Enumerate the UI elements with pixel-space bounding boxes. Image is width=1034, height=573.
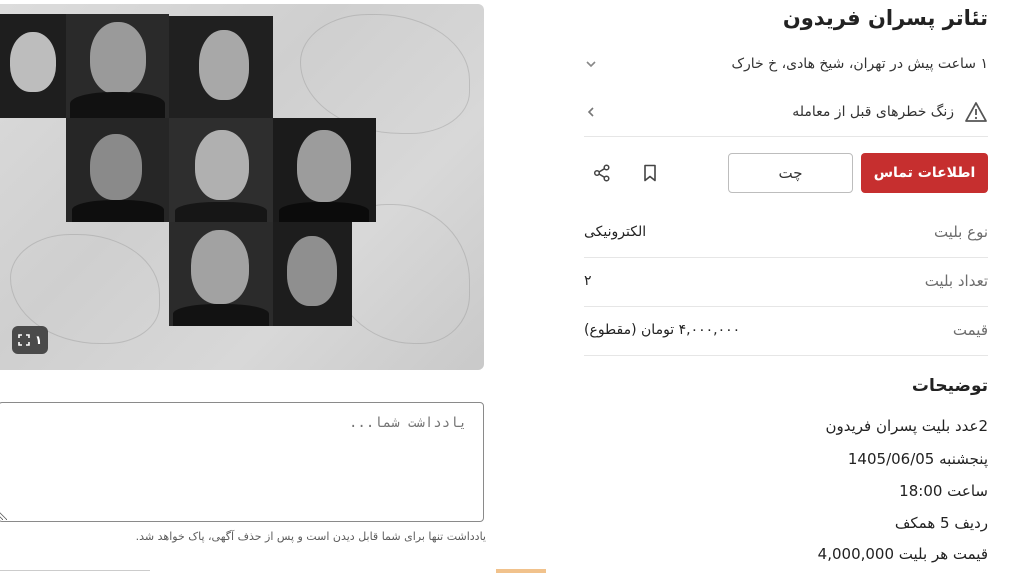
bookmark-button[interactable] <box>636 159 664 187</box>
portrait-photo <box>66 118 169 222</box>
contact-info-button[interactable]: اطلاعات تماس <box>861 153 988 193</box>
portrait-photo <box>0 14 66 118</box>
action-bar: اطلاعات تماس چت <box>584 153 988 193</box>
info-value: ۴,۰۰۰,۰۰۰ تومان (مقطوع) <box>584 322 741 338</box>
map-texture <box>300 14 470 134</box>
ad-meta-row[interactable]: ۱ ساعت پیش در تهران، شیخ هادی، خ خارک <box>584 50 988 78</box>
info-value: الکترونیکی <box>584 224 647 240</box>
info-label: نوع بلیت <box>933 223 988 241</box>
image-count: ۱ <box>34 333 43 347</box>
ad-title: تئاتر پسران فریدون <box>782 6 988 30</box>
portrait-photo <box>169 16 273 118</box>
ad-image-gallery[interactable]: ۱ <box>0 4 484 370</box>
note-hint: یادداشت تنها برای شما قابل دیدن است و پس… <box>135 530 486 543</box>
share-button[interactable] <box>588 159 616 187</box>
safety-warning-label: زنگ خطرهای قبل از معامله <box>792 104 954 120</box>
info-row-ticket-type: نوع بلیت الکترونیکی <box>584 208 988 256</box>
portrait-photo <box>273 118 376 222</box>
warning-icon <box>965 102 987 122</box>
info-row-price: قیمت ۴,۰۰۰,۰۰۰ تومان (مقطوع) <box>584 306 988 354</box>
portrait-photo <box>66 14 169 118</box>
chat-button[interactable]: چت <box>728 153 853 193</box>
info-row-ticket-count: تعداد بلیت ۲ <box>584 257 988 305</box>
info-label: تعداد بلیت <box>924 272 988 290</box>
chevron-down-icon <box>586 61 596 68</box>
safety-warning-link[interactable]: زنگ خطرهای قبل از معامله <box>584 96 988 128</box>
description-line: پنجشنبه 1405/06/05 <box>847 450 988 468</box>
info-value: ۲ <box>584 273 592 289</box>
description-title: توضیحات <box>911 376 988 396</box>
divider <box>0 570 150 571</box>
description-line: 2عدد بلیت پسران فریدون <box>825 417 988 435</box>
share-icon <box>593 164 610 182</box>
description-line: ردیف 5 همکف <box>894 514 988 532</box>
description-line: ساعت 18:00 <box>899 482 988 500</box>
portrait-photo <box>169 222 273 326</box>
note-input[interactable] <box>0 402 484 522</box>
expand-icon <box>18 334 30 346</box>
description-line: قیمت هر بلیت 4,000,000 <box>817 545 988 563</box>
divider <box>584 136 988 137</box>
scroll-indicator <box>496 569 546 573</box>
portrait-photo <box>273 222 352 326</box>
chevron-left-icon <box>587 107 594 117</box>
ad-meta: ۱ ساعت پیش در تهران، شیخ هادی، خ خارک <box>731 56 988 72</box>
image-count-badge[interactable]: ۱ <box>12 326 48 354</box>
divider <box>584 355 988 356</box>
info-label: قیمت <box>952 321 988 339</box>
bookmark-icon <box>644 164 656 182</box>
portrait-photo <box>169 118 273 222</box>
